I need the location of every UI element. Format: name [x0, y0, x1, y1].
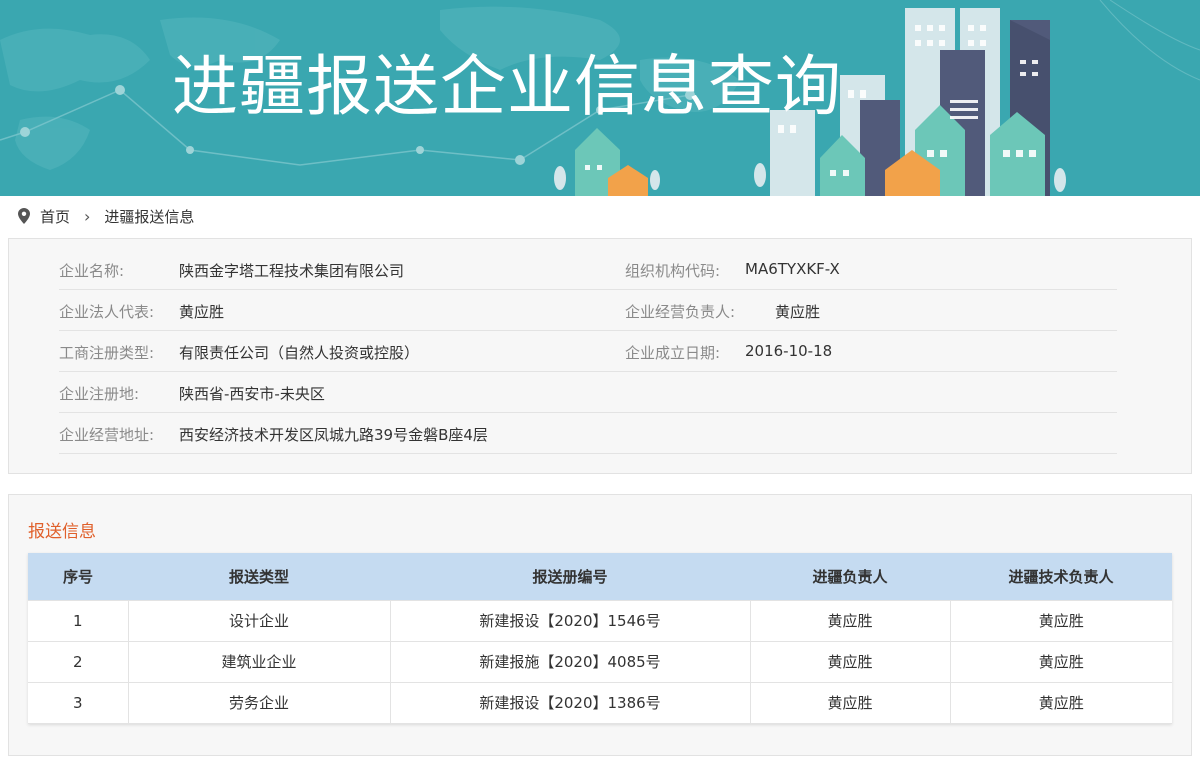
address-value: 西安经济技术开发区凤城九路39号金磐B座4层	[179, 426, 488, 444]
reg-place-value: 陕西省-西安市-未央区	[179, 385, 325, 403]
table-row: 1 设计企业 新建报设【2020】1546号 黄应胜 黄应胜	[28, 599, 1172, 642]
info-row: 企业注册地: 陕西省-西安市-未央区	[59, 372, 1117, 413]
reg-type-value: 有限责任公司（自然人投资或控股）	[179, 344, 420, 362]
breadcrumb-current: 进疆报送信息	[104, 207, 195, 226]
cell-number: 新建报施【2020】4085号	[389, 640, 751, 683]
page-title: 进疆报送企业信息查询	[172, 48, 842, 125]
column-header-type: 报送类型	[128, 553, 390, 600]
company-info-panel: 企业名称: 陕西金字塔工程技术集团有限公司 组织机构代码: MA6TYXKF-X…	[8, 238, 1192, 474]
cell-manager: 黄应胜	[749, 640, 951, 683]
column-header-index: 序号	[28, 553, 128, 600]
address-label: 企业经营地址:	[59, 426, 155, 444]
table-header-row: 序号 报送类型 报送册编号 进疆负责人 进疆技术负责人	[28, 553, 1172, 600]
breadcrumb: 首页 › 进疆报送信息	[0, 196, 1200, 236]
cell-type: 设计企业	[127, 599, 391, 642]
column-header-number: 报送册编号	[390, 553, 750, 600]
info-row: 企业名称: 陕西金字塔工程技术集团有限公司 组织机构代码: MA6TYXKF-X	[59, 249, 1117, 290]
cell-tech-manager: 黄应胜	[949, 681, 1172, 724]
reg-place-label: 企业注册地:	[59, 385, 140, 403]
legal-rep-label: 企业法人代表:	[59, 303, 155, 321]
org-code-value: MA6TYXKF-X	[745, 260, 840, 278]
report-section-title: 报送信息	[28, 522, 96, 542]
reg-type-label: 工商注册类型:	[59, 344, 155, 362]
breadcrumb-home-link[interactable]: 首页	[40, 206, 70, 227]
cell-index: 1	[28, 599, 129, 642]
manager-label: 企业经营负责人:	[625, 303, 736, 321]
cell-type: 劳务企业	[127, 681, 391, 724]
table-row: 2 建筑业企业 新建报施【2020】4085号 黄应胜 黄应胜	[28, 640, 1172, 683]
header-banner: 进疆报送企业信息查询	[0, 0, 1200, 196]
company-name-value: 陕西金字塔工程技术集团有限公司	[179, 262, 405, 280]
legal-rep-value: 黄应胜	[179, 303, 225, 321]
org-code-label: 组织机构代码:	[625, 262, 721, 280]
founded-value: 2016-10-18	[745, 342, 833, 360]
report-table: 序号 报送类型 报送册编号 进疆负责人 进疆技术负责人 1 设计企业 新建报设【…	[28, 553, 1172, 724]
info-row: 企业法人代表: 黄应胜 企业经营负责人: 黄应胜	[59, 290, 1117, 331]
location-pin-icon	[18, 208, 30, 224]
report-panel: 报送信息 序号 报送类型 报送册编号 进疆负责人 进疆技术负责人 1 设计企业 …	[8, 494, 1192, 756]
cell-tech-manager: 黄应胜	[949, 599, 1172, 642]
cell-type: 建筑业企业	[127, 640, 391, 683]
info-row: 工商注册类型: 有限责任公司（自然人投资或控股） 企业成立日期: 2016-10…	[59, 331, 1117, 372]
info-row: 企业经营地址: 西安经济技术开发区凤城九路39号金磐B座4层	[59, 413, 1117, 454]
column-header-tech-manager: 进疆技术负责人	[950, 553, 1172, 600]
chevron-right-icon: ›	[84, 206, 91, 226]
company-name-label: 企业名称:	[59, 262, 125, 280]
cell-manager: 黄应胜	[749, 681, 951, 724]
cell-number: 新建报设【2020】1546号	[389, 599, 751, 642]
manager-value: 黄应胜	[775, 303, 821, 321]
cell-index: 3	[28, 681, 129, 724]
cell-index: 2	[28, 640, 129, 683]
founded-label: 企业成立日期:	[625, 344, 721, 362]
cell-tech-manager: 黄应胜	[949, 640, 1172, 683]
cell-number: 新建报设【2020】1386号	[389, 681, 751, 724]
column-header-manager: 进疆负责人	[750, 553, 950, 600]
table-row: 3 劳务企业 新建报设【2020】1386号 黄应胜 黄应胜	[28, 681, 1172, 724]
cell-manager: 黄应胜	[749, 599, 951, 642]
